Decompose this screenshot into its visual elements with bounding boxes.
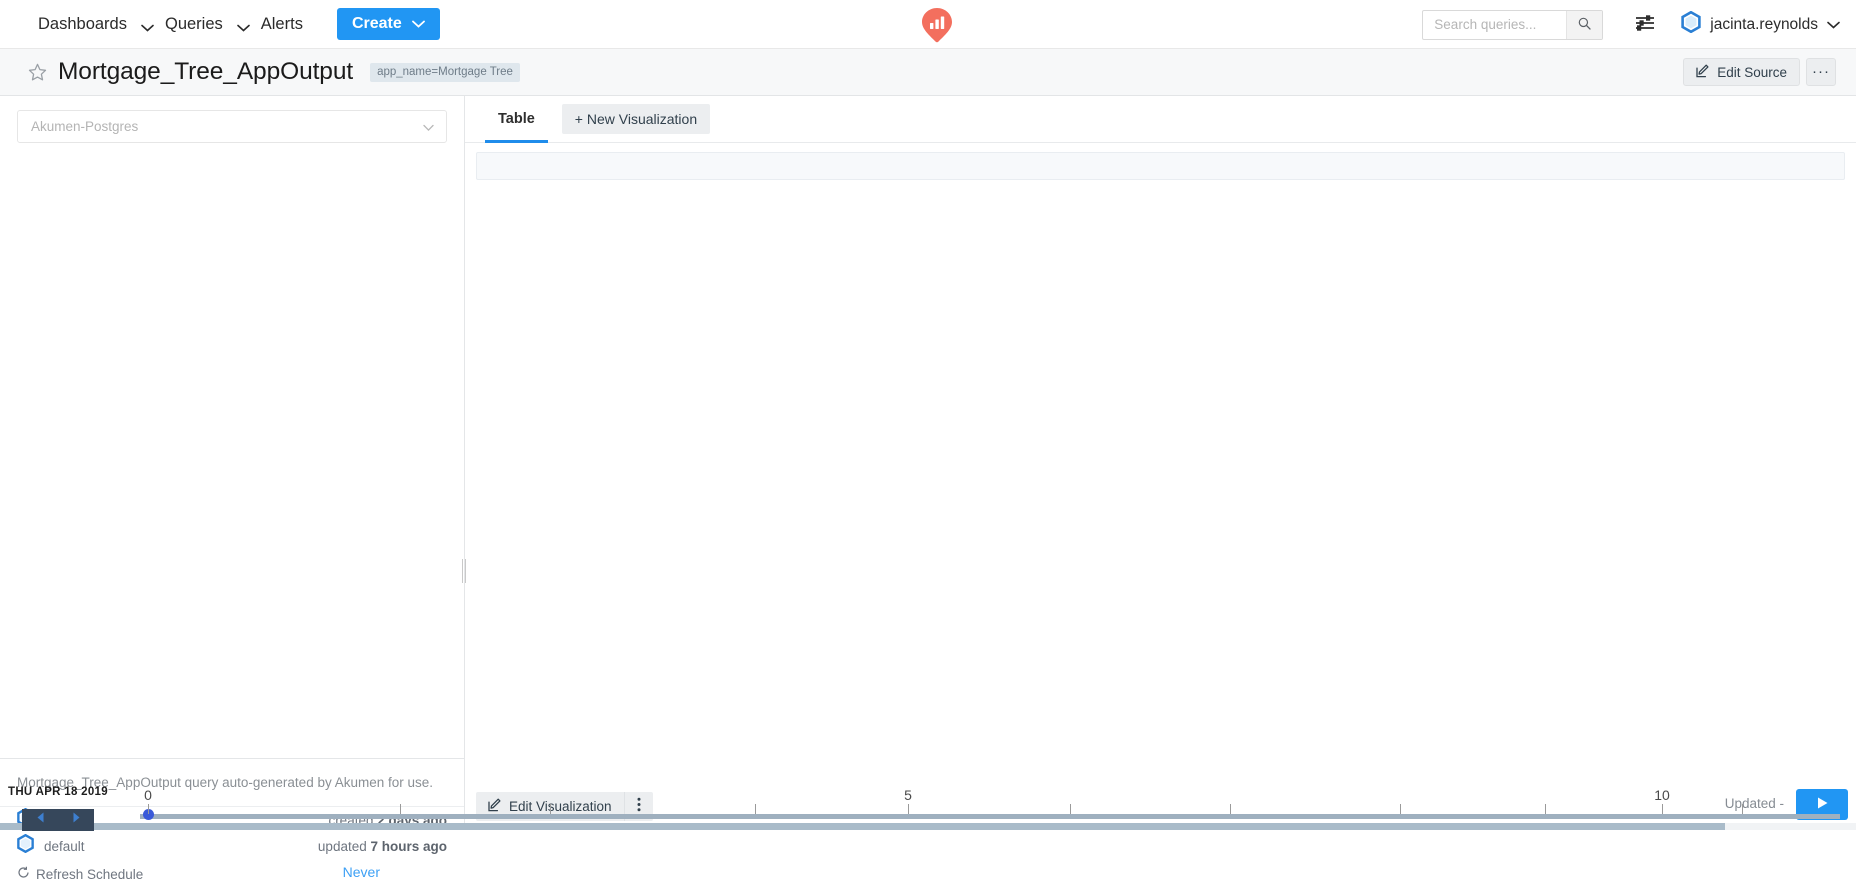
chevron-down-icon xyxy=(412,15,425,33)
edit-source-label: Edit Source xyxy=(1717,65,1787,80)
triangle-left-icon[interactable] xyxy=(35,811,46,829)
hexagon-avatar-icon xyxy=(17,834,34,858)
query-editor-pane: Akumen-Postgres Mortgage_Tree_AppOutput … xyxy=(0,96,465,830)
top-navbar: Dashboards Queries Alerts Create xyxy=(0,0,1856,49)
ellipsis-icon: ··· xyxy=(1812,68,1830,76)
navbar-right-group: jacinta.reynolds xyxy=(1422,0,1840,49)
titlebar-actions: Edit Source ··· xyxy=(1683,58,1836,86)
search-button[interactable] xyxy=(1566,11,1602,39)
chevron-down-icon xyxy=(1827,16,1840,34)
search-input[interactable] xyxy=(1423,11,1566,39)
query-description[interactable]: Mortgage_Tree_AppOutput query auto-gener… xyxy=(0,775,433,790)
horizontal-scrollbar-thumb[interactable] xyxy=(0,823,1725,830)
pencil-square-icon xyxy=(1696,64,1710,81)
main-content: Akumen-Postgres Mortgage_Tree_AppOutput … xyxy=(0,96,1856,830)
metadata-updated-stamp: updated 7 hours ago xyxy=(318,839,447,854)
settings-button[interactable] xyxy=(1635,14,1655,35)
metadata-updated-value: 7 hours ago xyxy=(370,839,447,854)
search-icon xyxy=(1578,17,1591,33)
sliders-icon xyxy=(1635,14,1655,35)
pane-resize-handle[interactable] xyxy=(459,559,469,583)
page-title: Mortgage_Tree_AppOutput xyxy=(58,58,353,86)
datasource-select[interactable]: Akumen-Postgres xyxy=(17,110,447,143)
hexagon-avatar-icon xyxy=(1681,11,1701,38)
more-options-button[interactable]: ··· xyxy=(1806,58,1836,86)
nav-item-dashboards-label: Dashboards xyxy=(38,15,127,34)
query-description-row: Mortgage_Tree_AppOutput query auto-gener… xyxy=(0,759,464,807)
metadata-row-updated: default updated 7 hours ago xyxy=(0,833,464,859)
page-titlebar: Mortgage_Tree_AppOutput app_name=Mortgag… xyxy=(0,49,1856,96)
new-visualization-label: + New Visualization xyxy=(575,111,697,127)
refresh-schedule-control[interactable]: Refresh Schedule xyxy=(17,866,143,882)
resize-grip-line xyxy=(465,559,466,583)
metadata-updated-prefix: updated xyxy=(318,839,371,854)
dots-vertical-icon xyxy=(637,797,641,815)
nav-item-alerts[interactable]: Alerts xyxy=(249,7,315,41)
edit-visualization-button[interactable]: Edit Visualization xyxy=(476,792,624,821)
create-button[interactable]: Create xyxy=(337,8,440,40)
edit-source-button[interactable]: Edit Source xyxy=(1683,58,1800,86)
date-navigator-controls[interactable] xyxy=(22,809,94,831)
refresh-schedule-row: Refresh Schedule Never xyxy=(0,859,464,889)
results-table-header-row xyxy=(476,152,1845,180)
chevron-down-icon xyxy=(423,119,434,134)
sql-editor-area[interactable] xyxy=(0,157,464,759)
tab-table[interactable]: Table xyxy=(485,96,548,142)
results-table-area xyxy=(465,143,1856,782)
visualization-pane: Table + New Visualization Edit Visualiza… xyxy=(465,96,1856,830)
refresh-schedule-value[interactable]: Never xyxy=(343,864,380,880)
nav-item-dashboards[interactable]: Dashboards xyxy=(26,7,153,41)
star-outline-icon[interactable] xyxy=(28,63,47,82)
updated-status-label: Updated - xyxy=(1725,796,1784,811)
metadata-user-updated: default xyxy=(17,834,85,858)
triangle-right-icon[interactable] xyxy=(71,811,82,829)
execute-query-button[interactable] xyxy=(1796,789,1848,820)
nav-item-queries-label: Queries xyxy=(165,15,223,34)
metadata-user-name: default xyxy=(44,839,85,854)
search-container xyxy=(1422,10,1603,40)
pencil-square-icon xyxy=(488,798,502,815)
nav-item-alerts-label: Alerts xyxy=(261,15,303,34)
navbar-left-group: Dashboards Queries Alerts Create xyxy=(0,7,440,41)
create-button-label: Create xyxy=(352,15,402,33)
play-icon xyxy=(1816,796,1829,813)
query-tag-badge: app_name=Mortgage Tree xyxy=(370,63,520,82)
resize-grip-line xyxy=(462,559,463,583)
visualization-menu-button[interactable] xyxy=(624,792,653,821)
user-menu[interactable]: jacinta.reynolds xyxy=(1681,11,1840,38)
refresh-schedule-label: Refresh Schedule xyxy=(36,867,143,882)
horizontal-scrollbar-track[interactable] xyxy=(0,823,1856,830)
visualization-tabs: Table + New Visualization xyxy=(465,96,1856,143)
edit-visualization-label: Edit Visualization xyxy=(509,799,612,814)
tab-table-label: Table xyxy=(498,111,535,127)
datasource-select-value: Akumen-Postgres xyxy=(31,119,138,134)
refresh-icon xyxy=(17,866,30,882)
redash-pin-chart-logo[interactable] xyxy=(920,7,954,43)
user-name-label: jacinta.reynolds xyxy=(1710,16,1818,34)
nav-item-queries[interactable]: Queries xyxy=(153,7,249,41)
datasource-select-wrapper: Akumen-Postgres xyxy=(0,96,464,143)
new-visualization-button[interactable]: + New Visualization xyxy=(562,104,710,134)
